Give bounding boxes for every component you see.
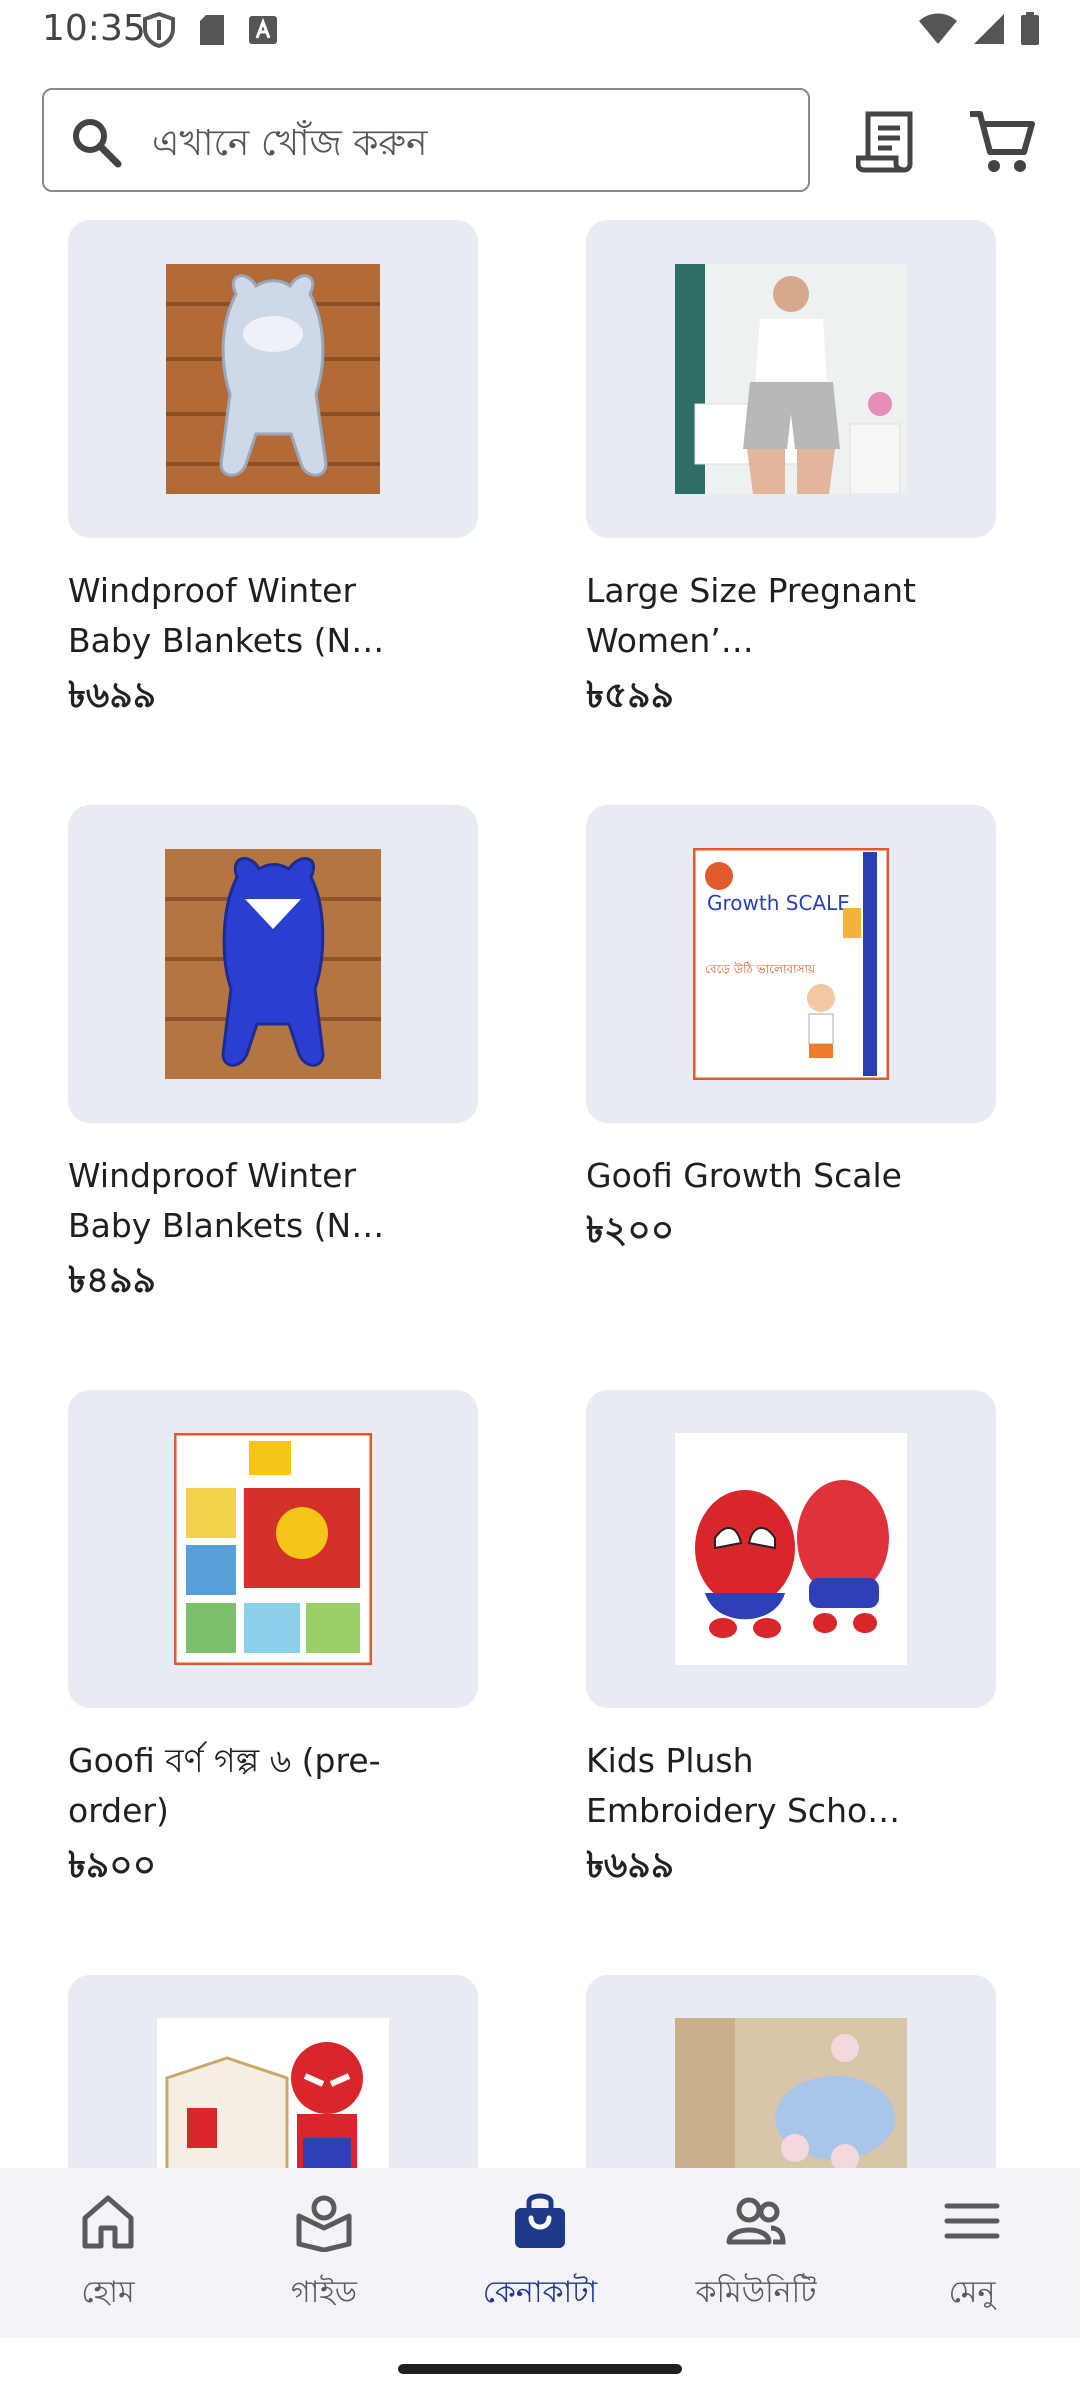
nav-guide-label: গাইড bbox=[290, 2275, 358, 2310]
status-time: 10:35 bbox=[42, 8, 146, 49]
product-card[interactable]: Goofi বর্ণ গল্প ৬ (pre-order) ৳৯০০ bbox=[68, 1390, 478, 1898]
product-price: ৳৫৯৯ bbox=[586, 675, 675, 716]
product-title: Windproof Winter Baby Blankets (N… bbox=[68, 571, 385, 660]
search-icon bbox=[73, 119, 122, 168]
cart-icon[interactable] bbox=[966, 106, 1038, 178]
nav-home[interactable]: হোম bbox=[8, 2190, 208, 2319]
product-image-box bbox=[586, 1390, 996, 1708]
orders-icon[interactable] bbox=[856, 108, 922, 174]
font-icon bbox=[249, 16, 277, 44]
book-set-image bbox=[174, 1433, 372, 1665]
product-card[interactable] bbox=[586, 1975, 996, 2170]
product-card[interactable]: Growth SCALE বেড়ে উঠি ভালোবাসায় Goofi … bbox=[586, 805, 996, 1263]
spiderman-block-toy-image bbox=[157, 2018, 389, 2170]
nav-community-label: কমিউনিটি bbox=[695, 2275, 817, 2310]
search-input[interactable]: এখানে খোঁজ করুন bbox=[42, 88, 810, 192]
shopping-bag-icon bbox=[515, 2193, 565, 2248]
product-title: Windproof Winter Baby Blankets (N… bbox=[68, 1156, 385, 1245]
product-image-box: Growth SCALE বেড়ে উঠি ভালোবাসায় bbox=[586, 805, 996, 1123]
grey-baby-blanket-image bbox=[166, 264, 380, 494]
home-indicator[interactable] bbox=[398, 2364, 682, 2374]
battery-icon bbox=[1021, 12, 1039, 45]
home-icon bbox=[82, 2195, 134, 2249]
product-price: ৳২০০ bbox=[586, 1210, 675, 1251]
product-title: Goofi Growth Scale bbox=[586, 1156, 902, 1195]
spiderman-backpack-image bbox=[675, 1433, 907, 1665]
product-image-box bbox=[68, 1390, 478, 1708]
search-placeholder: এখানে খোঁজ করুন bbox=[152, 123, 428, 164]
maternity-shorts-image bbox=[675, 264, 907, 494]
community-icon bbox=[726, 2197, 786, 2245]
top-bar: এখানে খোঁজ করুন bbox=[0, 70, 1080, 220]
product-card[interactable]: Kids Plush Embroidery Scho… ৳৬৯৯ bbox=[586, 1390, 996, 1898]
growth-scale-image: Growth SCALE বেড়ে উঠি ভালোবাসায় bbox=[693, 848, 889, 1080]
status-bar: 10:35 bbox=[0, 0, 1080, 64]
nav-menu[interactable]: মেনু bbox=[872, 2190, 1072, 2319]
product-card[interactable] bbox=[68, 1975, 478, 2170]
guide-book-icon bbox=[296, 2195, 352, 2252]
growth-scale-bn-text: বেড়ে উঠি ভালোবাসায় bbox=[705, 962, 816, 976]
product-image-box bbox=[68, 220, 478, 538]
product-grid: Windproof Winter Baby Blankets (N… ৳৬৯৯ … bbox=[0, 220, 1080, 2170]
nav-shop-label: কেনাকাটা bbox=[482, 2275, 598, 2310]
growth-scale-title: Growth SCALE bbox=[707, 891, 850, 915]
nav-menu-label: মেনু bbox=[948, 2275, 996, 2310]
signal-icon bbox=[974, 14, 1004, 44]
product-card[interactable]: Windproof Winter Baby Blankets (N… ৳৪৯৯ bbox=[68, 805, 478, 1313]
wifi-icon bbox=[919, 13, 957, 44]
product-title: Goofi বর্ণ গল্প ৬ (pre-order) bbox=[68, 1741, 381, 1830]
sd-card-icon bbox=[200, 15, 224, 45]
product-card[interactable]: Windproof Winter Baby Blankets (N… ৳৬৯৯ bbox=[68, 220, 478, 728]
nav-community[interactable]: কমিউনিটি bbox=[656, 2190, 856, 2319]
shield-icon bbox=[143, 12, 175, 48]
product-image-box bbox=[68, 805, 478, 1123]
product-price: ৳৪৯৯ bbox=[68, 1260, 157, 1301]
product-card[interactable]: Large Size Pregnant Women’… ৳৫৯৯ bbox=[586, 220, 996, 728]
whale-toy-image bbox=[675, 2018, 907, 2170]
product-title: Large Size Pregnant Women’… bbox=[586, 571, 916, 660]
product-image-box bbox=[68, 1975, 478, 2170]
bottom-nav: হোম গাইড কেনাকাটা কমিউনিটি মেনু bbox=[0, 2168, 1080, 2338]
menu-icon bbox=[944, 2203, 1000, 2239]
nav-shop[interactable]: কেনাকাটা bbox=[440, 2190, 640, 2319]
nav-guide[interactable]: গাইড bbox=[224, 2190, 424, 2319]
product-title: Kids Plush Embroidery Scho… bbox=[586, 1741, 901, 1830]
product-price: ৳৯০০ bbox=[68, 1845, 157, 1886]
blue-baby-blanket-image bbox=[165, 849, 381, 1079]
product-image-box bbox=[586, 1975, 996, 2170]
nav-home-label: হোম bbox=[81, 2275, 135, 2310]
product-price: ৳৬৯৯ bbox=[586, 1845, 675, 1886]
product-price: ৳৬৯৯ bbox=[68, 675, 157, 716]
product-image-box bbox=[586, 220, 996, 538]
